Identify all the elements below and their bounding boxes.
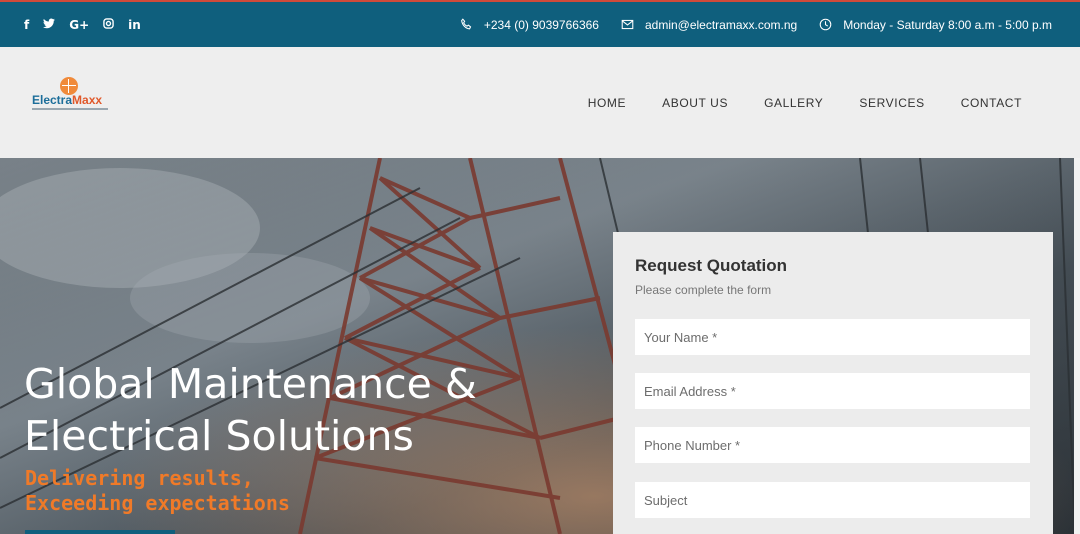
- hero-title: Global Maintenance & Electrical Solution…: [24, 360, 477, 460]
- phone-field[interactable]: [635, 427, 1030, 463]
- hero-banner: Global Maintenance & Electrical Solution…: [0, 158, 1080, 534]
- twitter-icon[interactable]: [43, 17, 56, 32]
- envelope-icon: [621, 19, 634, 30]
- nav-contact[interactable]: CONTACT: [961, 96, 1022, 110]
- logo-tagline: [32, 108, 108, 110]
- nav-services[interactable]: SERVICES: [859, 96, 924, 110]
- phone-icon: [460, 18, 472, 30]
- clock-icon: [819, 18, 832, 31]
- nav-about-us[interactable]: ABOUT US: [662, 96, 728, 110]
- subject-field[interactable]: [635, 482, 1030, 518]
- hero-cta-button[interactable]: [25, 530, 175, 534]
- email-field[interactable]: [635, 373, 1030, 409]
- form-title: Request Quotation: [635, 256, 788, 275]
- request-quotation-form: Request Quotation Please complete the fo…: [613, 232, 1053, 534]
- business-hours: Monday - Saturday 8:00 a.m - 5:00 p.m: [843, 17, 1052, 32]
- email-address[interactable]: admin@electramaxx.com.ng: [645, 18, 797, 32]
- main-nav: HOME ABOUT US GALLERY SERVICES CONTACT: [588, 47, 1022, 158]
- hero-tagline: Delivering results, Exceeding expectatio…: [25, 466, 290, 515]
- phone-number[interactable]: +234 (0) 9039766366: [484, 18, 599, 32]
- logo-text: ElectraMaxx: [32, 93, 103, 107]
- instagram-icon[interactable]: [103, 17, 114, 32]
- hours-info: Monday - Saturday 8:00 a.m - 5:00 p.m: [819, 18, 1052, 32]
- google-plus-icon[interactable]: G+: [69, 18, 89, 32]
- contact-info: +234 (0) 9039766366 admin@electramaxx.co…: [460, 2, 1052, 47]
- logo[interactable]: ElectraMaxx: [32, 77, 112, 113]
- linkedin-icon[interactable]: in: [128, 18, 141, 32]
- form-subtitle: Please complete the form: [635, 283, 772, 297]
- name-field[interactable]: [635, 319, 1030, 355]
- social-links: f G+ in: [24, 2, 141, 47]
- email-info: admin@electramaxx.com.ng: [621, 18, 797, 32]
- top-bar: f G+ in +234 (0) 9039766366 admin@electr…: [0, 0, 1080, 47]
- nav-gallery[interactable]: GALLERY: [764, 96, 823, 110]
- navbar: ElectraMaxx HOME ABOUT US GALLERY SERVIC…: [0, 47, 1080, 158]
- facebook-icon[interactable]: f: [24, 18, 29, 32]
- nav-home[interactable]: HOME: [588, 96, 626, 110]
- phone-info: +234 (0) 9039766366: [460, 18, 599, 32]
